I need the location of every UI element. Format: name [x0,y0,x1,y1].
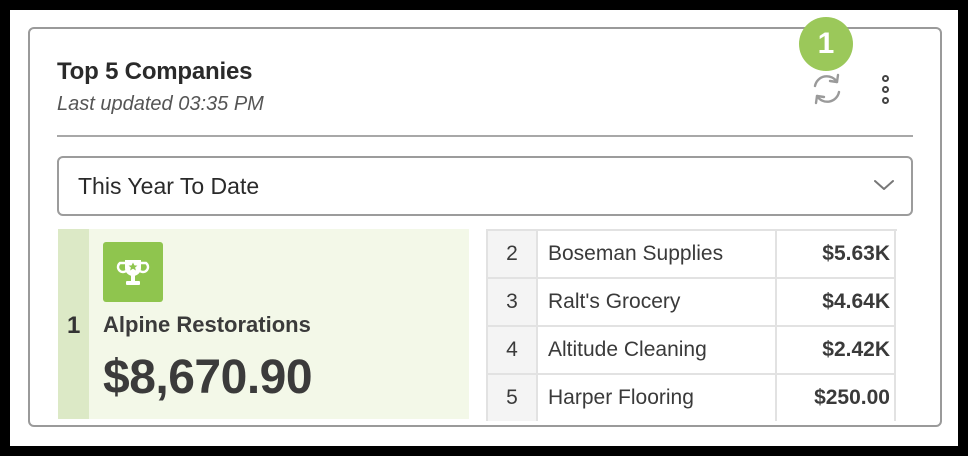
rank-cell: 5 [486,373,538,421]
company-name-cell: Ralt's Grocery [536,277,777,327]
value-cell: $250.00 [775,373,896,421]
value-cell: $5.63K [775,231,896,279]
more-vertical-icon[interactable] [870,71,900,107]
table-row[interactable]: 5 Harper Flooring $250.00 [486,373,896,421]
table-row[interactable]: 2 Boseman Supplies $5.63K [486,231,896,279]
period-select-value: This Year To Date [78,173,260,199]
chevron-down-icon [874,180,894,190]
leader-company-name: Alpine Restorations [103,312,311,337]
rankings-table: 2 Boseman Supplies $5.63K 3 Ralt's Groce… [486,229,897,421]
value-cell: $4.64K [775,277,896,327]
page-background: Top 5 Companies Last updated 03:35 PM 1 … [10,10,958,446]
company-name-cell: Harper Flooring [536,373,777,421]
top-companies-widget: Top 5 Companies Last updated 03:35 PM 1 … [28,17,942,427]
leader-rank: 1 [67,312,81,339]
table-row[interactable]: 3 Ralt's Grocery $4.64K [486,277,896,327]
value-cell: $2.42K [775,325,896,375]
last-updated-text: Last updated 03:35 PM [57,93,264,115]
refresh-icon[interactable] [810,72,844,106]
rank-cell: 2 [486,231,538,279]
header-divider [57,135,913,137]
leader-amount: $8,670.90 [103,351,313,404]
leader-rank-strip: 1 [58,229,89,419]
step-badge: 1 [799,17,853,71]
rank-cell: 3 [486,277,538,327]
company-name-cell: Altitude Cleaning [536,325,777,375]
leader-card[interactable]: 1 Alpine Restorations $8,670.90 [58,229,469,419]
rank-cell: 4 [486,325,538,375]
trophy-icon [103,242,163,302]
table-row[interactable]: 4 Altitude Cleaning $2.42K [486,325,896,375]
period-select[interactable]: This Year To Date [57,156,913,216]
widget-title: Top 5 Companies [57,58,253,85]
company-name-cell: Boseman Supplies [536,231,777,279]
